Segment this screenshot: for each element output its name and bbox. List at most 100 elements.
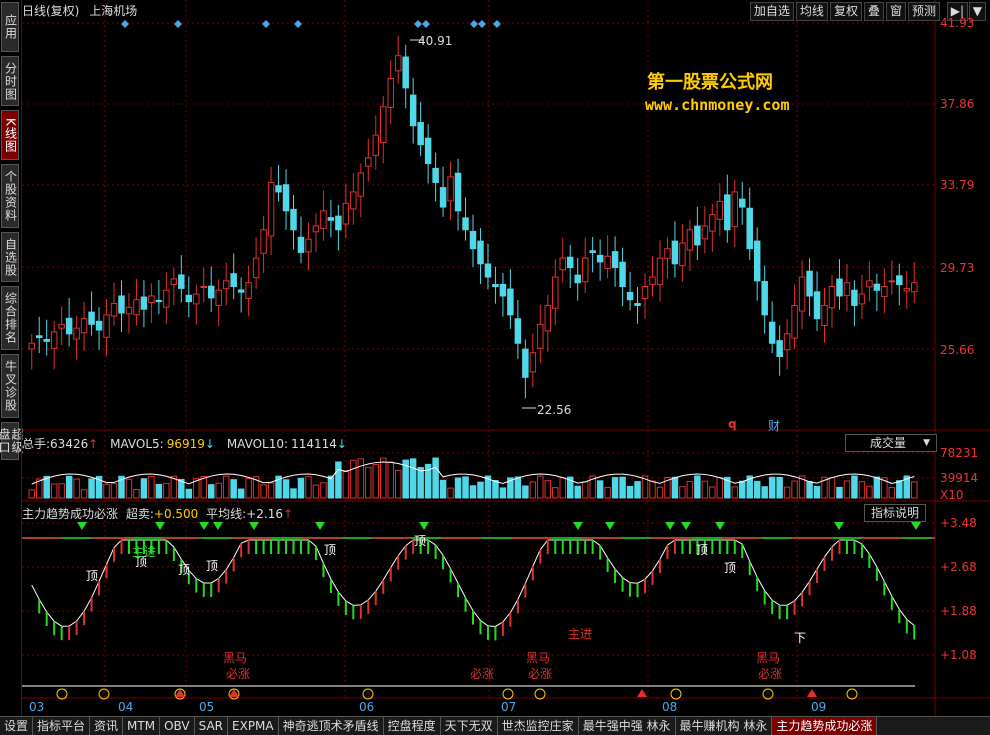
candle-body xyxy=(761,281,768,316)
finance-marker[interactable]: 财 xyxy=(768,417,780,434)
mavol10-label: MAVOL10: xyxy=(226,437,289,451)
left-tab-7[interactable]: 牛叉诊股 xyxy=(1,354,19,418)
volume-bar xyxy=(439,479,447,499)
indicator-help-button[interactable]: 指标说明 xyxy=(864,504,927,522)
volume-bar xyxy=(806,481,813,499)
candle-body xyxy=(574,274,581,284)
candle-body xyxy=(641,286,649,299)
volume-bar xyxy=(896,480,903,499)
chart-title: 日线(复权) 上海机场 xyxy=(22,2,137,19)
bottom-tab-13[interactable]: 最牛赚机构 林永 xyxy=(676,717,773,735)
volume-bar xyxy=(552,487,559,499)
toolbar-button-2[interactable]: 均线 xyxy=(795,2,828,21)
volume-bar xyxy=(522,485,529,499)
bottom-tab-1[interactable]: 设置 xyxy=(0,717,34,735)
toolbar-button-1[interactable]: 加自选 xyxy=(749,2,794,21)
volume-bar xyxy=(529,481,537,499)
volume-label: 总手: xyxy=(22,437,51,451)
indicator-tag: 主进 xyxy=(568,627,592,641)
left-tab-6[interactable]: 综合排名 xyxy=(1,286,19,350)
sell-arrow-icon xyxy=(681,522,691,530)
candle-body xyxy=(365,157,372,167)
bottom-tab-14[interactable]: 主力趋势成功必涨 xyxy=(772,717,878,735)
candle-body xyxy=(522,348,529,378)
mavol5-value: 96919 xyxy=(166,437,205,451)
left-tab-5[interactable]: 自选股 xyxy=(1,232,19,282)
candle-body xyxy=(73,327,80,340)
bottom-tab-8[interactable]: 神奇逃顶术矛盾线 xyxy=(279,717,384,735)
candle-body xyxy=(50,331,58,349)
candle-body xyxy=(170,278,178,285)
candle-body xyxy=(813,291,821,320)
chart-area[interactable]: 顶顶顶顶顶顶顶顶主进 主进 黑马 必涨 必涨 黑马 必涨 黑马 必涨下 xyxy=(21,0,990,716)
candle-body xyxy=(739,198,746,208)
volume-bar xyxy=(851,475,858,499)
volume-bar xyxy=(731,486,739,499)
bottom-tab-12[interactable]: 最牛强中强 林永 xyxy=(579,717,676,735)
indicator-header: 主力趋势成功必涨 超卖:+0.500 平均线:+2.16↑ xyxy=(22,505,293,522)
volume-bar xyxy=(866,485,873,499)
indicator-tag: 黑马 xyxy=(526,651,550,665)
candle-body xyxy=(35,335,43,339)
bottom-tab-5[interactable]: OBV xyxy=(160,717,195,735)
candle-body xyxy=(828,286,836,309)
toolbar-button-3[interactable]: 复权 xyxy=(829,2,862,21)
toolbar-button-4[interactable]: 叠 xyxy=(863,2,884,21)
indicator-tick: +3.48 xyxy=(940,516,977,530)
candle-body xyxy=(327,217,335,221)
bottom-tab-11[interactable]: 世杰监控庄家 xyxy=(498,717,579,735)
watermark-url: www.chnmoney.com xyxy=(645,96,790,114)
toolbar-button-5[interactable]: 窗 xyxy=(885,2,906,21)
candle-body xyxy=(312,225,320,233)
volume-bar xyxy=(611,477,619,499)
volume-bar xyxy=(679,486,686,499)
candle-body xyxy=(866,280,873,288)
volume-bar xyxy=(477,481,484,499)
indicator-tag: 顶 xyxy=(414,534,426,548)
bottom-tab-6[interactable]: SAR xyxy=(195,717,229,735)
toolbar-button-6[interactable]: 预测 xyxy=(907,2,940,21)
volume-bar xyxy=(447,487,454,499)
event-diamond xyxy=(174,20,182,28)
bottom-tab-7[interactable]: EXPMA xyxy=(228,717,279,735)
volume-bar xyxy=(776,476,783,499)
left-tab-4[interactable]: 个股资料 xyxy=(1,164,19,228)
bottom-tab-10[interactable]: 天下无双 xyxy=(441,717,498,735)
volume-bar xyxy=(828,477,836,499)
volume-bar xyxy=(581,481,589,499)
candle-body xyxy=(611,251,619,269)
candle-body xyxy=(230,273,237,288)
bottom-tab-2[interactable]: 指标平台 xyxy=(33,717,91,735)
candle-body xyxy=(95,320,103,331)
candle-body xyxy=(43,339,50,342)
avg-label: 平均线: xyxy=(206,507,247,521)
volume-bar xyxy=(342,470,350,499)
candle-body xyxy=(148,295,155,304)
volume-bar xyxy=(836,486,843,499)
candle-body xyxy=(103,314,110,338)
bottom-tab-9[interactable]: 控盘程度 xyxy=(384,717,441,735)
left-tab-2[interactable]: 分时图 xyxy=(1,56,19,106)
candle-body xyxy=(709,214,716,232)
candle-body xyxy=(507,288,514,316)
bottom-tab-3[interactable]: 资讯 xyxy=(90,717,124,735)
indicator-tag: 必涨 xyxy=(470,666,494,681)
volume-bar xyxy=(387,461,394,499)
bottom-tab-4[interactable]: MTM xyxy=(123,717,161,735)
sell-arrow-icon xyxy=(249,522,259,530)
left-tab-3[interactable]: K线图 xyxy=(1,110,19,160)
candle-body xyxy=(589,250,596,253)
volume-bar xyxy=(686,480,694,499)
volume-bar xyxy=(604,486,611,499)
left-tab-8[interactable]: 超级盘口 xyxy=(0,422,24,460)
volume-bar xyxy=(709,486,716,499)
left-tab-1[interactable]: 应用 xyxy=(1,2,19,52)
bottom-tab-bar: 设置 指标平台 资讯 MTM OBV SAR EXPMA 神奇逃顶术矛盾线 控盘程度 天下无双 世杰… xyxy=(0,716,990,735)
q-marker[interactable]: q xyxy=(728,417,737,431)
volume-bar xyxy=(619,476,626,499)
candle-body xyxy=(903,287,911,292)
volume-dropdown[interactable]: 成交量 ▼ xyxy=(845,434,937,452)
candle-body xyxy=(596,254,604,263)
candle-body xyxy=(118,295,125,314)
indicator-tag: 顶 xyxy=(86,569,98,583)
